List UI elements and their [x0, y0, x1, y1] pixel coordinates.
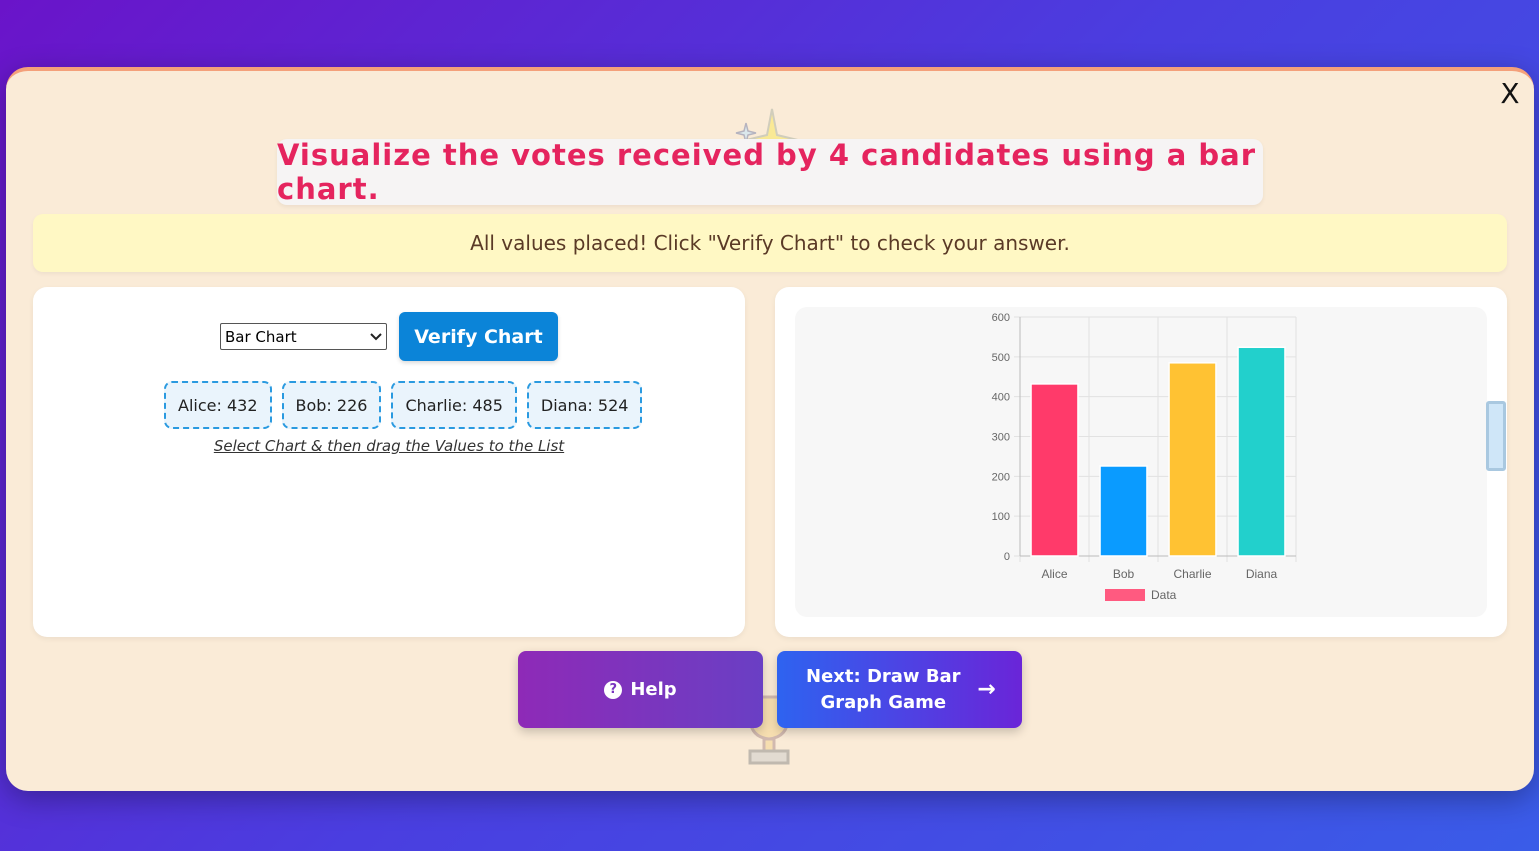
x-tick-label: Alice	[1041, 567, 1067, 581]
verify-chart-button[interactable]: Verify Chart	[399, 312, 558, 361]
value-chip-alice[interactable]: Alice: 432	[164, 381, 272, 429]
x-tick-label: Charlie	[1173, 567, 1211, 581]
y-tick-label: 100	[992, 511, 1010, 523]
game-modal: X Visualize the votes received by 4 cand…	[6, 67, 1534, 791]
x-tick-label: Diana	[1246, 567, 1278, 581]
x-tick-label: Bob	[1113, 567, 1135, 581]
value-chip-charlie[interactable]: Charlie: 485	[391, 381, 517, 429]
legend-swatch	[1105, 589, 1145, 601]
chart-panel: 0 100 200 300 400 500 600 Alice Bob Charlie Diana D…	[775, 287, 1507, 637]
arrow-right-icon: →	[977, 677, 996, 702]
y-tick-label: 300	[992, 432, 1010, 444]
question-box: Visualize the votes received by 4 candid…	[277, 138, 1263, 206]
feedback-text: All values placed! Click "Verify Chart" …	[470, 231, 1070, 255]
y-tick-label: 600	[992, 312, 1010, 324]
y-tick-label: 500	[992, 352, 1010, 364]
next-game-button[interactable]: Next: Draw Bar Graph Game →	[777, 651, 1022, 728]
values-list: Alice: 432 Bob: 226 Charlie: 485 Diana: …	[164, 381, 643, 429]
y-tick-label: 0	[1004, 551, 1010, 563]
y-tick-label: 200	[992, 471, 1010, 483]
chart-type-select[interactable]: Bar Chart	[220, 323, 387, 350]
controls-row: Bar Chart Verify Chart	[220, 312, 558, 361]
bar-charlie	[1168, 362, 1217, 557]
question-circle-icon: ?	[604, 680, 623, 699]
value-chip-diana[interactable]: Diana: 524	[526, 381, 643, 429]
value-chip-bob[interactable]: Bob: 226	[281, 381, 382, 429]
bar-diana	[1237, 346, 1286, 557]
instruction-text: Select Chart & then drag the Values to t…	[213, 437, 565, 455]
bar-alice	[1030, 383, 1079, 557]
help-button[interactable]: ? Help	[518, 651, 763, 728]
bar-chart: 0 100 200 300 400 500 600 Alice Bob Charlie Diana D…	[992, 312, 1297, 602]
help-label: Help	[630, 679, 677, 700]
controls-panel: Bar Chart Verify Chart Alice: 432 Bob: 2…	[33, 287, 745, 637]
chart-area: 0 100 200 300 400 500 600 Alice Bob Charlie Diana D…	[795, 307, 1487, 617]
close-button[interactable]: X	[1496, 79, 1524, 109]
bar-bob	[1099, 465, 1148, 557]
chart-type-value: Bar Chart	[225, 327, 297, 346]
chevron-down-icon	[370, 332, 382, 340]
feedback-banner: All values placed! Click "Verify Chart" …	[33, 214, 1507, 272]
legend-label: Data	[1151, 588, 1177, 602]
side-tab	[1486, 401, 1506, 471]
next-label: Next: Draw Bar Graph Game	[806, 665, 961, 713]
question-title: Visualize the votes received by 4 candid…	[277, 138, 1257, 206]
y-tick-label: 400	[992, 392, 1010, 404]
